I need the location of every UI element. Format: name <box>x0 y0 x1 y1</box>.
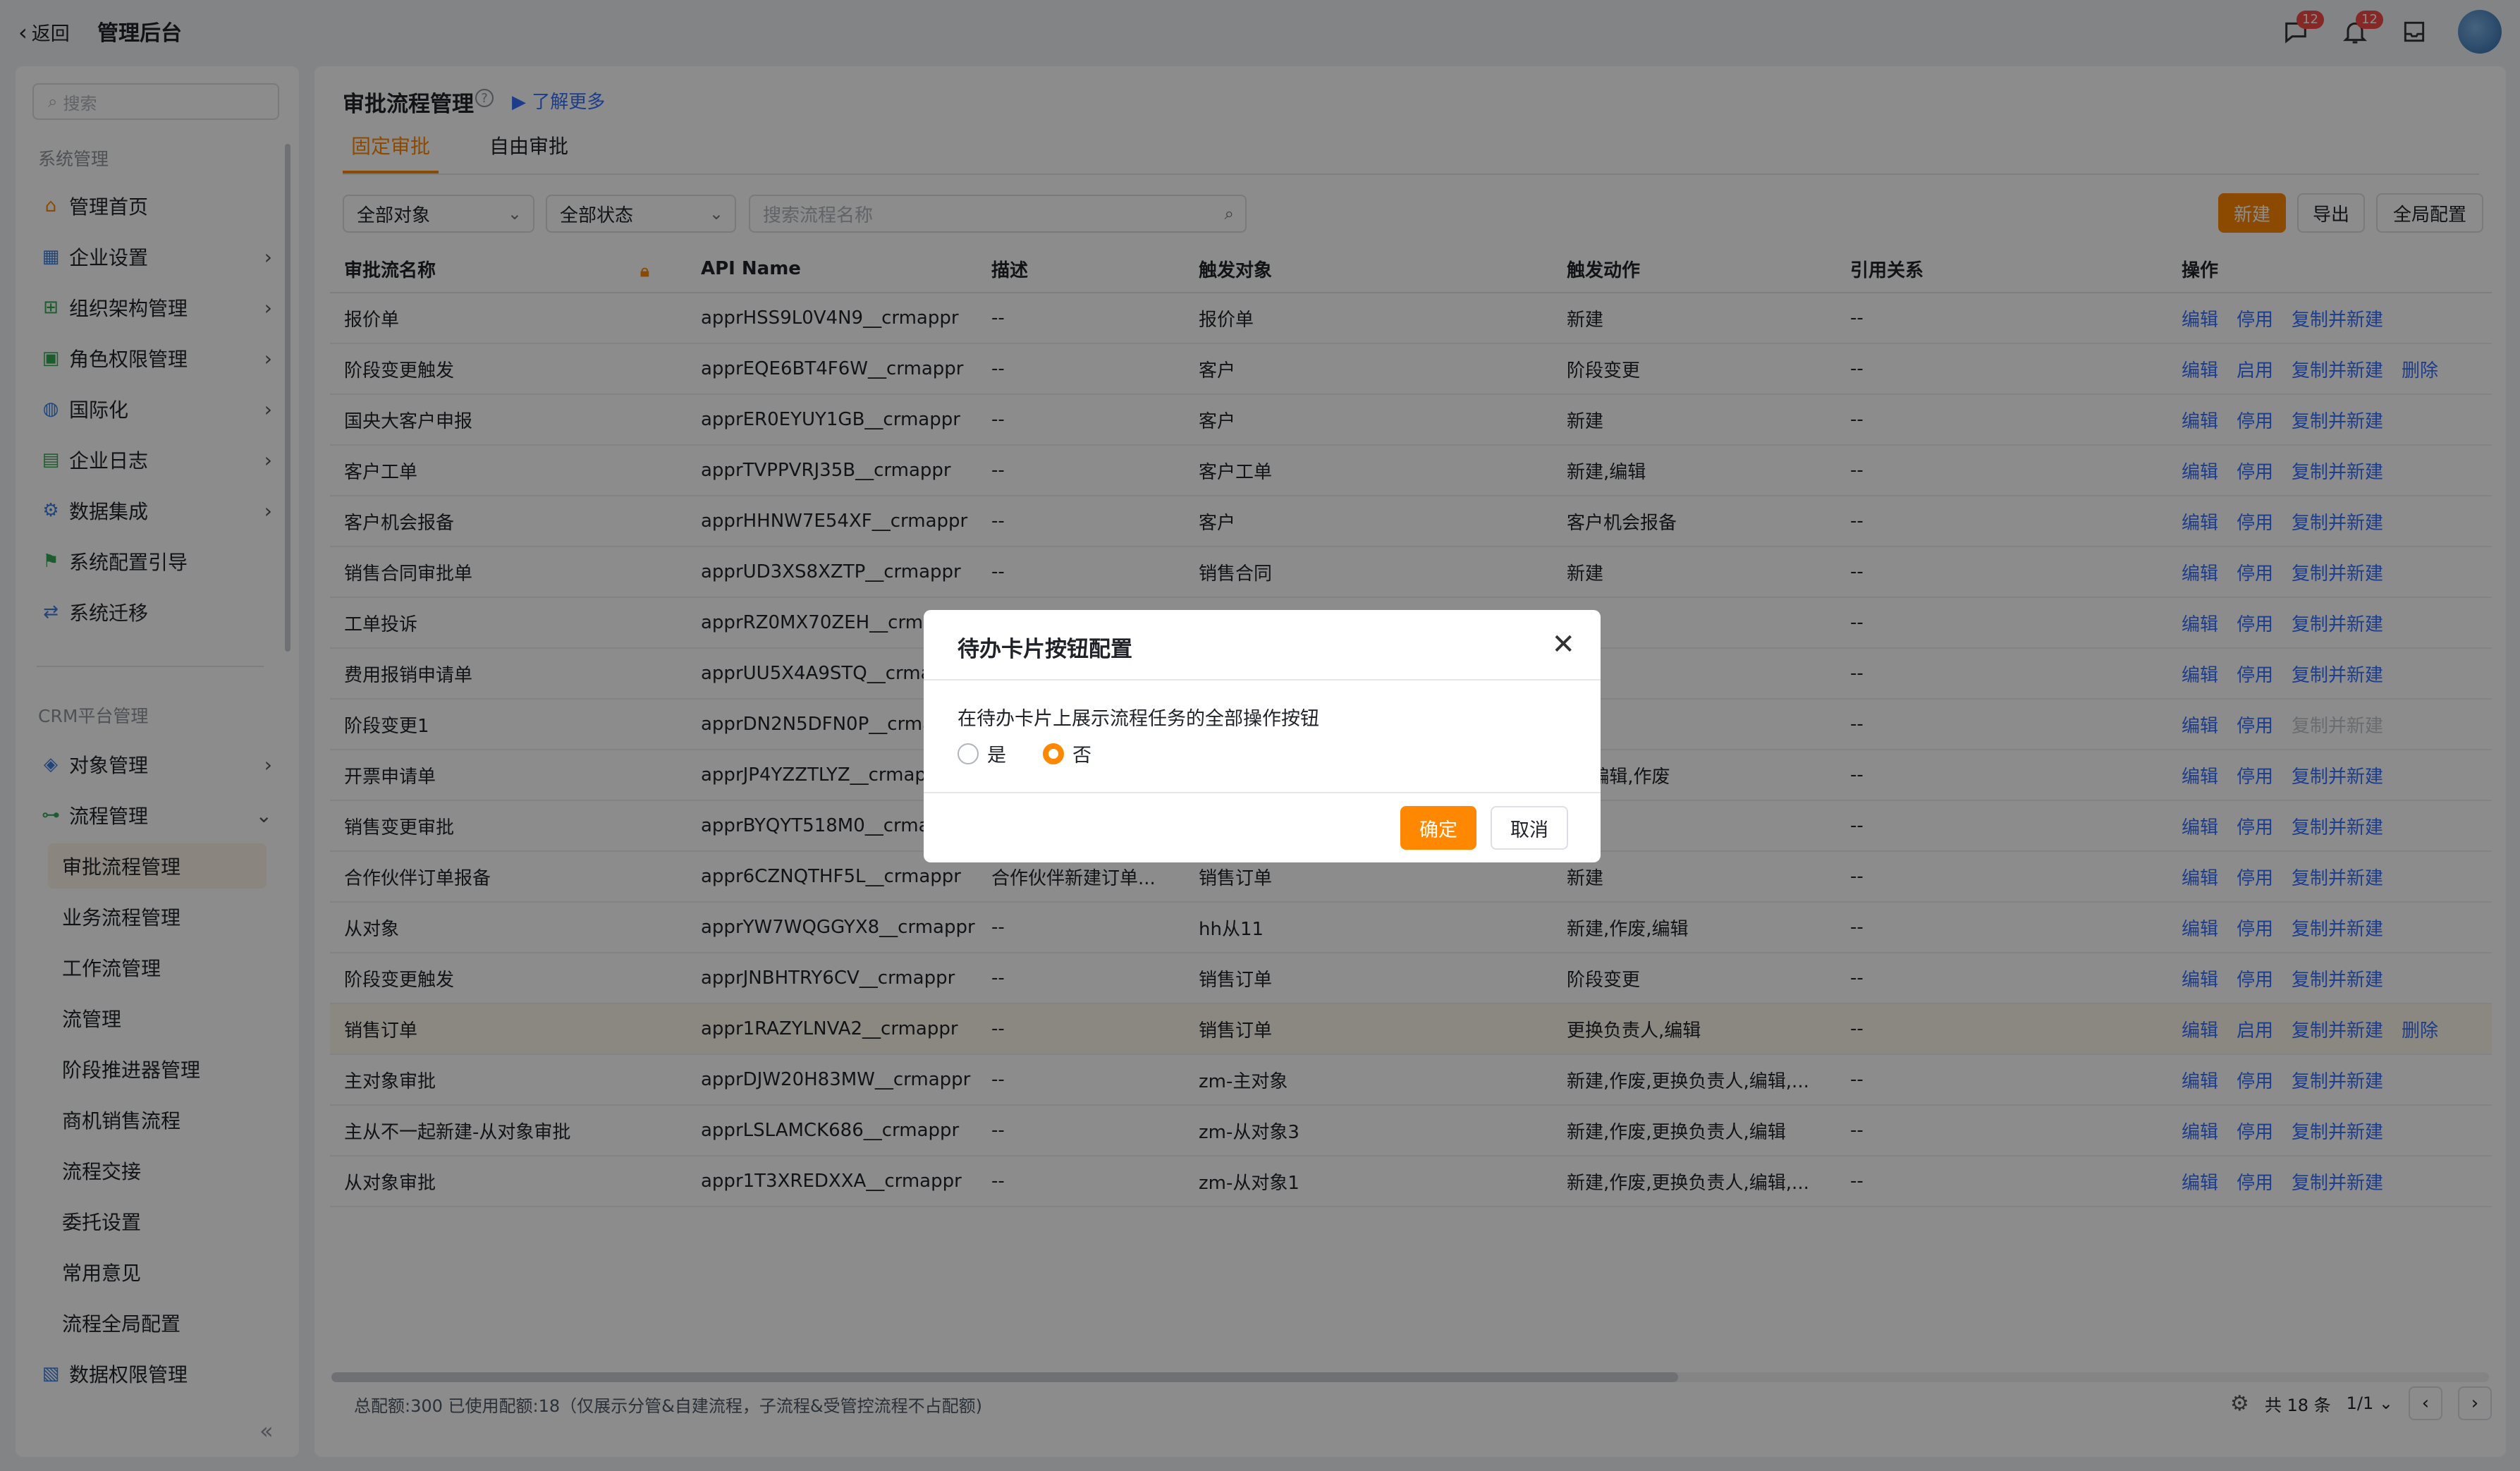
cancel-button[interactable]: 取消 <box>1491 806 1568 850</box>
dialog-title: 待办卡片按钮配置 <box>958 637 1132 662</box>
radio-yes-label: 是 <box>987 745 1006 767</box>
radio-group: 是 否 <box>958 740 1120 767</box>
confirm-button[interactable]: 确定 <box>1400 806 1476 850</box>
todo-card-config-dialog: 待办卡片按钮配置 ✕ 在待办卡片上展示流程任务的全部操作按钮 是 否 确定 取消 <box>924 610 1601 862</box>
close-icon[interactable]: ✕ <box>1551 628 1575 661</box>
dialog-divider <box>924 792 1601 793</box>
dialog-description: 在待办卡片上展示流程任务的全部操作按钮 <box>958 708 1319 730</box>
radio-no[interactable] <box>1043 743 1064 764</box>
dialog-divider <box>924 679 1601 680</box>
radio-no-label: 否 <box>1072 745 1091 767</box>
radio-yes[interactable] <box>958 743 979 764</box>
